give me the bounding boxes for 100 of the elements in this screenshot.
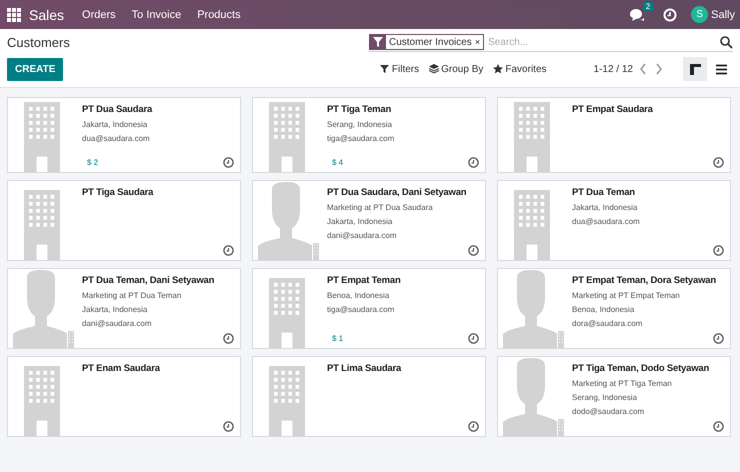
activity-clock-icon[interactable]	[468, 245, 479, 256]
customer-detail: Benoa, Indonesia	[572, 305, 636, 314]
building-icon	[24, 190, 60, 260]
customer-card[interactable]: PT Dua Saudara, Dani Setyawan Marketing at PT Dua Saudara Jakarta, Indonesia dani@saudara.com	[252, 180, 486, 261]
invoice-amount: $ 4	[332, 158, 344, 167]
building-icon	[24, 102, 60, 172]
filters-button[interactable]: Filters	[376, 64, 422, 74]
layers-icon	[429, 64, 440, 74]
customer-card[interactable]: PT Dua Saudara Jakarta, Indonesia dua@saudara.com $ 2	[7, 97, 241, 173]
building-icon	[24, 366, 60, 436]
customer-card[interactable]: PT Empat Teman, Dora Setyawan Marketing at PT Empat Teman Benoa, Indonesia dora@saudara.com	[497, 268, 731, 349]
building-icon	[269, 102, 305, 172]
customer-detail: Marketing at PT Dua Saudara	[327, 203, 434, 212]
customer-card[interactable]: PT Empat Teman Benoa, Indonesia tiga@saudara.com $ 1	[252, 268, 486, 349]
activity-clock-icon[interactable]	[713, 157, 724, 168]
filter-icon	[380, 64, 390, 74]
customer-detail: dodo@saudara.com	[572, 407, 646, 416]
user-name[interactable]: Sally	[711, 8, 735, 20]
filter-facet[interactable]: Customer Invoices ×	[369, 34, 484, 50]
activity-clock-icon[interactable]	[223, 421, 234, 432]
customer-card[interactable]: PT Empat Saudara	[497, 97, 731, 173]
customer-detail: dua@saudara.com	[572, 217, 641, 226]
customer-name: PT Dua Teman	[572, 187, 636, 198]
kanban-icon	[690, 64, 700, 74]
favorites-button[interactable]: Favorites	[490, 64, 550, 74]
activity-clock-icon[interactable]	[468, 157, 479, 168]
customer-card[interactable]: PT Tiga Saudara	[7, 180, 241, 261]
building-icon	[514, 190, 550, 260]
person-silhouette-icon	[503, 358, 565, 436]
person-silhouette-icon	[13, 270, 75, 348]
list-icon	[716, 64, 726, 74]
customer-name: PT Enam Saudara	[82, 363, 162, 374]
customer-card[interactable]: PT Enam Saudara	[7, 356, 241, 437]
star-icon	[493, 64, 504, 74]
customer-card[interactable]: PT Tiga Teman Serang, Indonesia tiga@saudara.com $ 4	[252, 97, 486, 173]
activity-clock-icon[interactable]	[468, 421, 479, 432]
customer-detail: tiga@saudara.com	[327, 134, 396, 143]
customer-card[interactable]: PT Dua Teman, Dani Setyawan Marketing at PT Dua Teman Jakarta, Indonesia dani@saudara.com	[7, 268, 241, 349]
customer-detail: Marketing at PT Tiga Teman	[572, 379, 673, 388]
building-icon	[269, 278, 305, 348]
message-count-badge: 2	[642, 2, 654, 10]
customer-name: PT Empat Teman	[327, 275, 402, 286]
create-button[interactable]: CREATE	[7, 58, 64, 80]
customer-detail: dani@saudara.com	[82, 319, 152, 328]
customer-detail: dora@saudara.com	[572, 319, 644, 328]
customer-name: PT Dua Saudara, Dani Setyawan	[327, 187, 468, 198]
customer-detail: tiga@saudara.com	[327, 305, 396, 314]
customer-detail: Marketing at PT Dua Teman	[82, 291, 182, 300]
invoice-amount: $ 2	[87, 158, 98, 167]
activity-clock-icon[interactable]	[713, 421, 724, 432]
customer-name: PT Dua Teman, Dani Setyawan	[82, 275, 216, 286]
customer-name: PT Tiga Saudara	[82, 187, 154, 198]
pager-text: 1-12 / 12	[594, 64, 633, 74]
customer-detail: dani@saudara.com	[327, 231, 398, 240]
activity-clock-icon[interactable]	[223, 245, 234, 256]
person-silhouette-icon	[258, 182, 320, 260]
kanban-view-button[interactable]	[683, 57, 707, 81]
customer-detail: Serang, Indonesia	[572, 393, 638, 402]
menu-item[interactable]: Orders	[82, 8, 116, 20]
customer-detail: Jakarta, Indonesia	[572, 203, 638, 212]
person-silhouette-icon	[503, 270, 565, 348]
customer-detail: Jakarta, Indonesia	[82, 120, 148, 129]
customer-name: PT Lima Saudara	[327, 363, 402, 374]
building-icon	[269, 366, 305, 436]
customer-name: PT Empat Teman, Dora Setyawan	[572, 275, 717, 286]
menu-item[interactable]: To Invoice	[132, 8, 182, 20]
invoice-amount: $ 1	[332, 334, 344, 343]
chat-icon[interactable]	[628, 8, 645, 22]
search-icon[interactable]	[720, 36, 733, 48]
remove-facet-button[interactable]: ×	[474, 37, 484, 47]
clock-icon[interactable]	[663, 8, 678, 22]
customer-detail: Jakarta, Indonesia	[82, 305, 148, 314]
customer-card[interactable]: PT Lima Saudara	[252, 356, 486, 437]
customer-detail: Benoa, Indonesia	[327, 291, 390, 300]
apps-menu-icon[interactable]	[7, 8, 21, 22]
app-name[interactable]: Sales	[29, 6, 64, 22]
customer-detail: Jakarta, Indonesia	[327, 217, 394, 226]
customer-name: PT Empat Saudara	[572, 104, 654, 115]
customer-detail: dua@saudara.com	[82, 134, 151, 143]
customer-card[interactable]: PT Dua Teman Jakarta, Indonesia dua@saudara.com	[497, 180, 731, 261]
customer-name: PT Dua Saudara	[82, 104, 154, 115]
facet-label: Customer Invoices	[388, 36, 473, 48]
activity-clock-icon[interactable]	[713, 333, 724, 344]
activity-clock-icon[interactable]	[223, 157, 234, 168]
page-title: Customers	[7, 35, 70, 50]
customer-name: PT Tiga Teman, Dodo Setyawan	[572, 363, 710, 374]
customer-detail: Marketing at PT Empat Teman	[572, 291, 681, 300]
customer-name: PT Tiga Teman	[327, 104, 392, 115]
previous-page-icon[interactable]	[639, 63, 647, 75]
filter-icon	[373, 37, 383, 47]
building-icon	[514, 102, 550, 172]
next-page-icon[interactable]	[655, 63, 663, 75]
activity-clock-icon[interactable]	[468, 333, 479, 344]
search-field[interactable]: Customer Invoices × Search...	[369, 33, 733, 52]
customer-card[interactable]: PT Tiga Teman, Dodo Setyawan Marketing at PT Tiga Teman Serang, Indonesia dodo@saudara.com	[497, 356, 731, 437]
menu-item[interactable]: Products	[197, 8, 241, 20]
activity-clock-icon[interactable]	[713, 245, 724, 256]
group-by-button[interactable]: Group By	[426, 64, 486, 74]
customer-detail: Serang, Indonesia	[327, 120, 393, 129]
activity-clock-icon[interactable]	[223, 333, 234, 344]
